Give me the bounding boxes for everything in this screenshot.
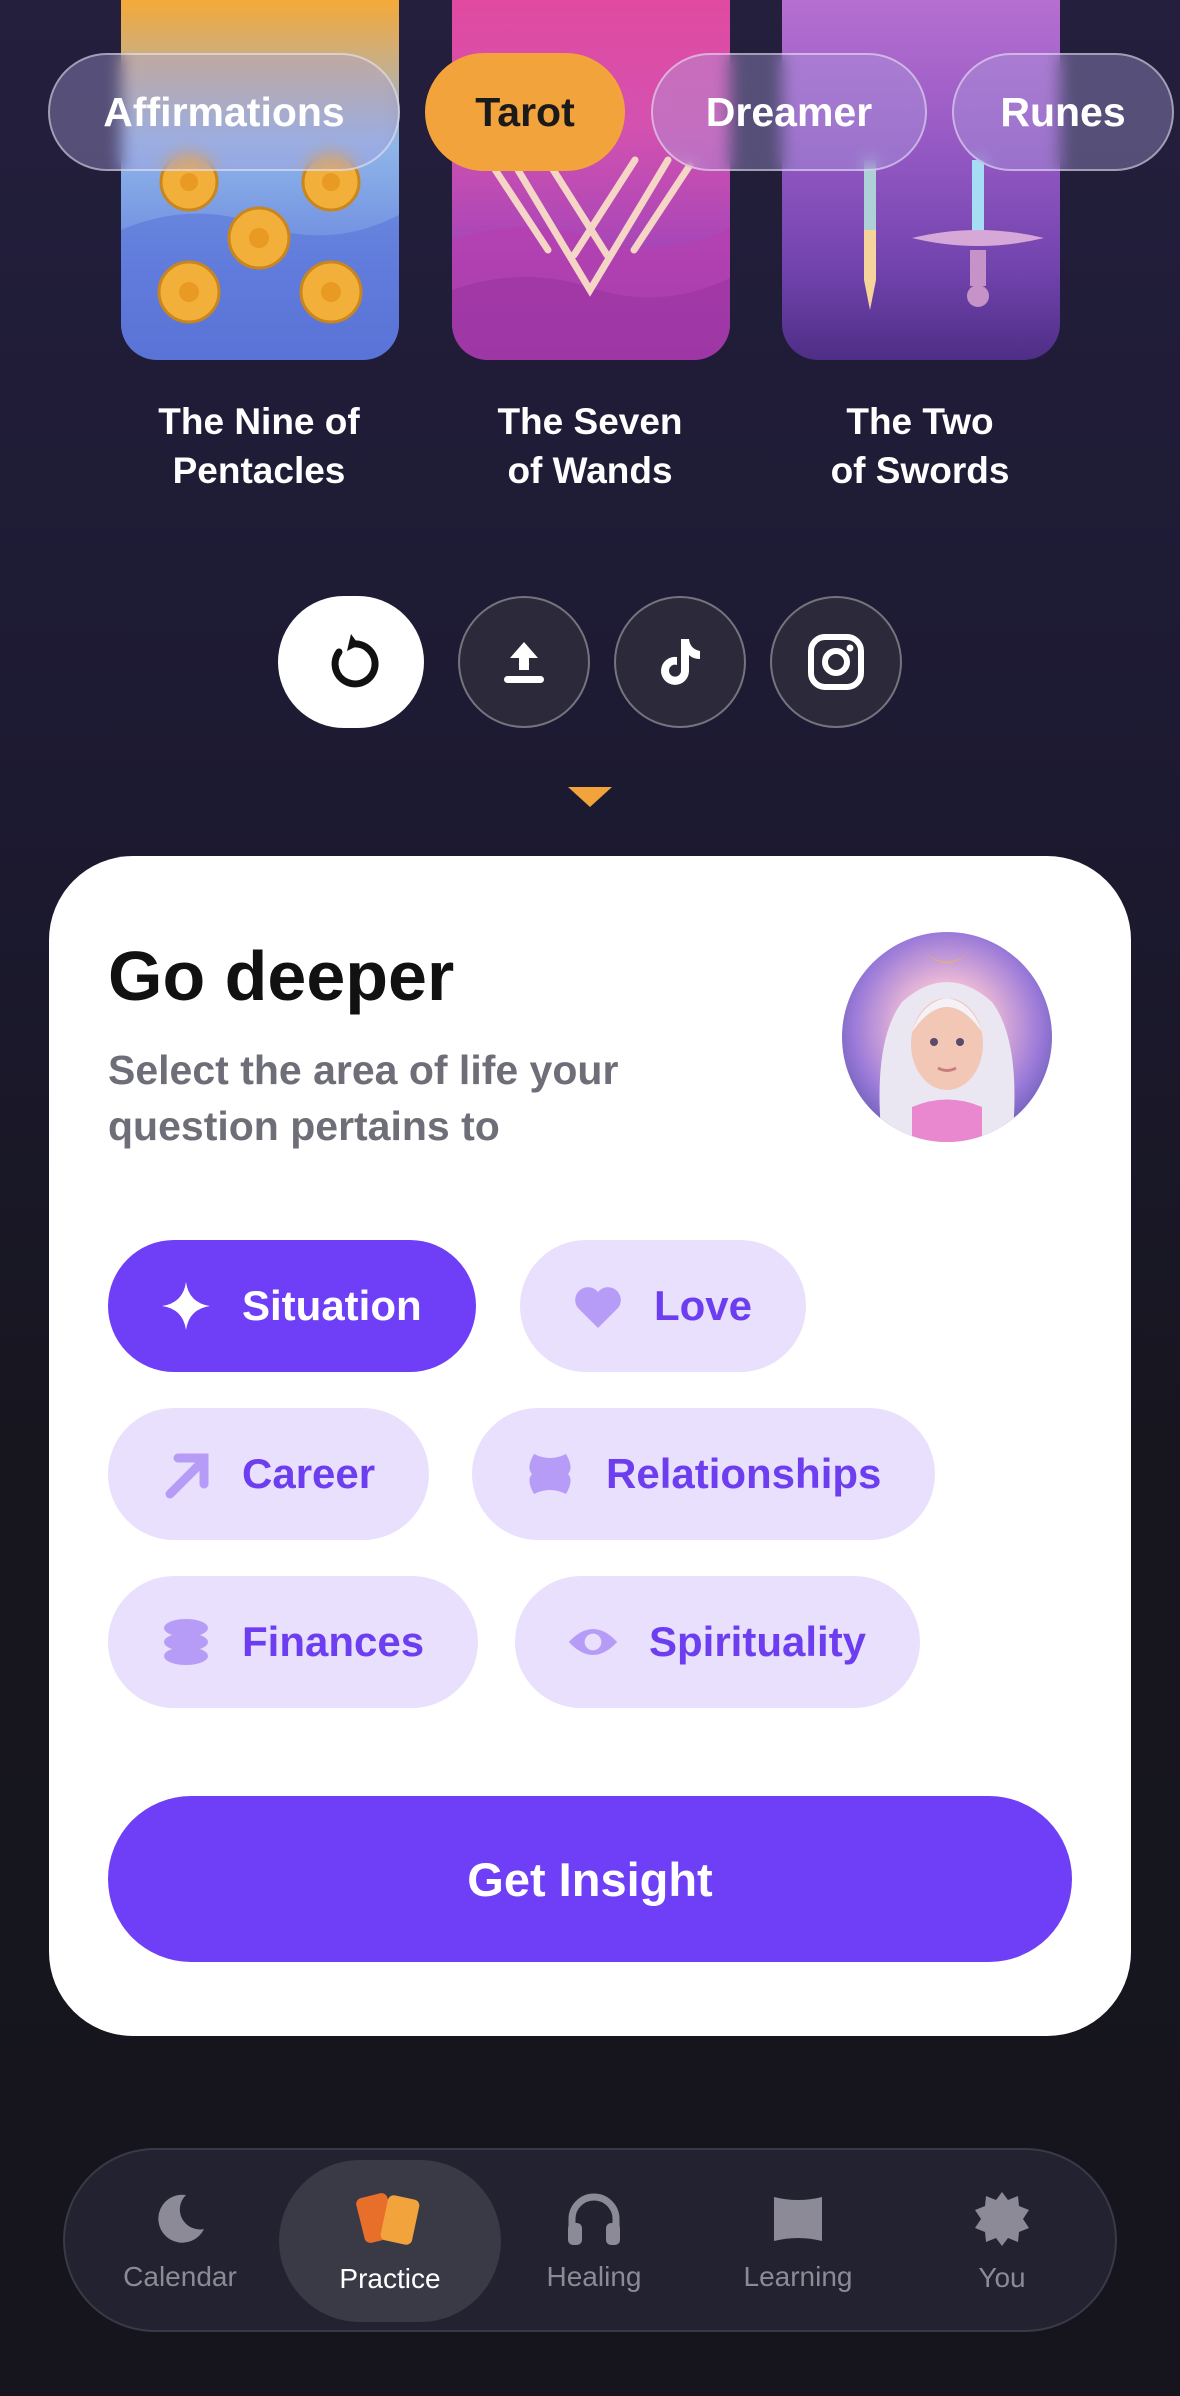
- sparkle-icon: [160, 1280, 212, 1332]
- share-tiktok-button[interactable]: [614, 596, 746, 728]
- share-instagram-button[interactable]: [770, 596, 902, 728]
- upload-icon: [504, 642, 544, 683]
- bottom-nav: Calendar Practice Healing Learning You: [63, 2148, 1117, 2332]
- chip-affirmations[interactable]: Affirmations: [48, 53, 400, 171]
- nav-learning[interactable]: Learning: [693, 2150, 903, 2334]
- tiktok-icon: [661, 639, 700, 685]
- headphones-icon: [568, 2193, 620, 2245]
- relationships-icon: [524, 1448, 576, 1500]
- heart-icon: [572, 1280, 624, 1332]
- get-insight-button[interactable]: Get Insight: [108, 1796, 1072, 1962]
- chip-dreamer[interactable]: Dreamer: [651, 53, 927, 171]
- nav-healing[interactable]: Healing: [489, 2150, 699, 2334]
- eye-icon: [567, 1616, 619, 1668]
- coins-icon: [160, 1616, 212, 1668]
- area-spirituality[interactable]: Spirituality: [515, 1576, 921, 1708]
- cards-icon: [356, 2193, 420, 2245]
- gear-icon: [975, 2192, 1029, 2246]
- chip-tarot[interactable]: Tarot: [425, 53, 625, 171]
- share-upload-button[interactable]: [458, 596, 590, 728]
- sheet-title: Go deeper: [108, 937, 455, 1015]
- arrow-up-right-icon: [160, 1448, 212, 1500]
- caret-down-icon: [568, 787, 612, 807]
- area-love[interactable]: Love: [520, 1240, 807, 1372]
- moon-icon: [158, 2194, 204, 2243]
- refresh-icon: [331, 634, 379, 688]
- area-situation[interactable]: Situation: [108, 1240, 476, 1372]
- card-title-seven-of-wands: The Seven of Wands: [497, 401, 683, 491]
- area-career[interactable]: Career: [108, 1408, 430, 1540]
- nav-calendar[interactable]: Calendar: [75, 2150, 285, 2334]
- redraw-button[interactable]: [278, 596, 424, 728]
- sheet-subtitle: Select the area of life your question pe…: [108, 1047, 619, 1149]
- go-deeper-sheet: Go deeper Select the area of life your q…: [49, 856, 1131, 2036]
- advisor-avatar: [842, 932, 1052, 1142]
- card-title-nine-of-pentacles: The Nine of Pentacles: [158, 401, 360, 491]
- chip-runes[interactable]: Runes: [952, 53, 1174, 171]
- nav-you[interactable]: You: [897, 2150, 1107, 2334]
- card-title-two-of-swords: The Two of Swords: [830, 401, 1010, 491]
- area-finances[interactable]: Finances: [108, 1576, 479, 1708]
- book-icon: [774, 2197, 822, 2241]
- instagram-icon: [808, 634, 864, 690]
- nav-practice[interactable]: Practice: [285, 2150, 495, 2334]
- area-relationships[interactable]: Relationships: [472, 1408, 936, 1540]
